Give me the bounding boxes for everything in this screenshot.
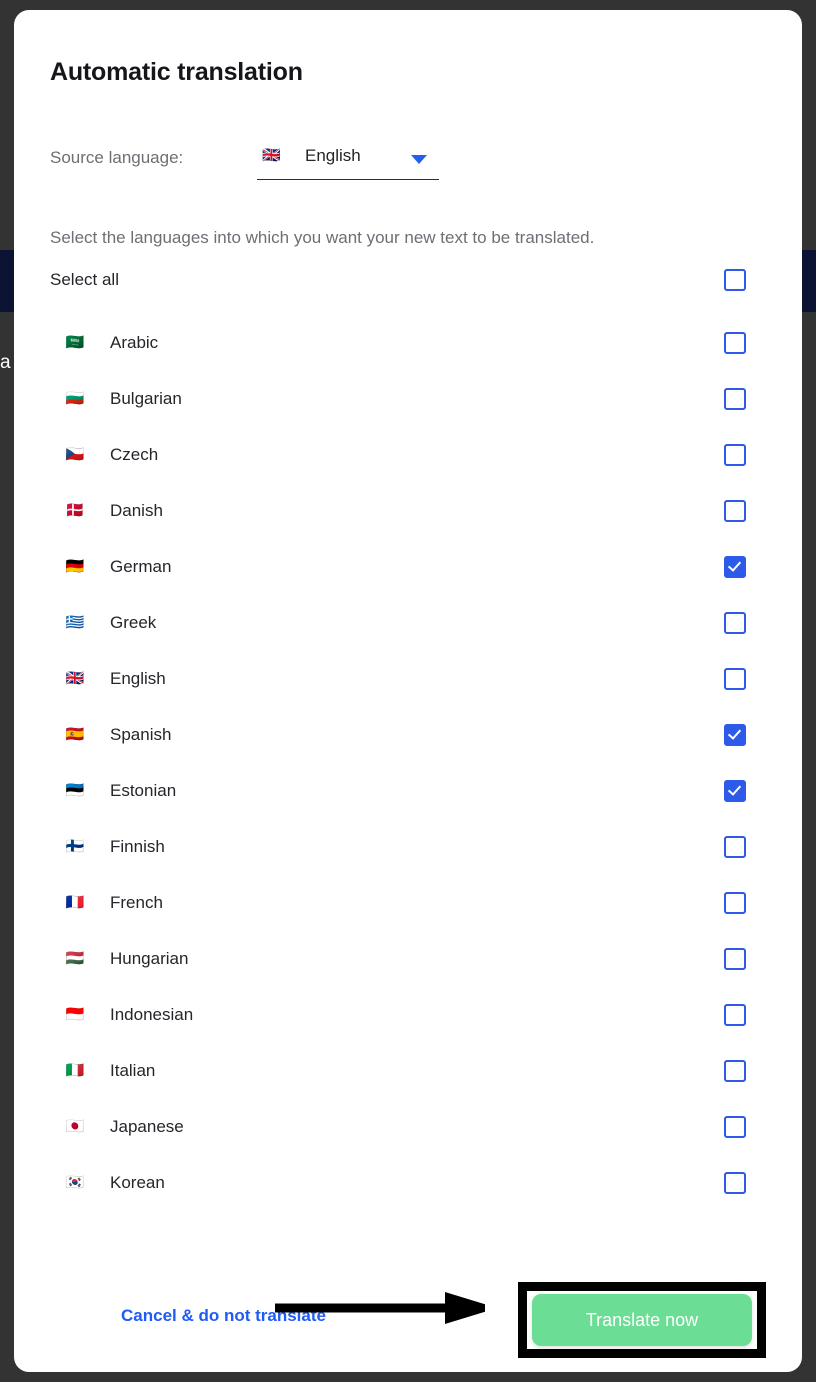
- flag-icon-spanish: 🇪🇸: [65, 726, 85, 743]
- language-checkbox[interactable]: [724, 556, 746, 578]
- page-background-glyph: a: [0, 352, 11, 373]
- flag-icon-italian: 🇮🇹: [65, 1062, 85, 1079]
- language-row[interactable]: 🇧🇬 Bulgarian: [50, 388, 766, 446]
- language-row[interactable]: 🇫🇷 French: [50, 892, 766, 950]
- language-row[interactable]: 🇮🇩 Indonesian: [50, 1004, 766, 1062]
- language-checkbox[interactable]: [724, 500, 746, 522]
- chevron-down-icon[interactable]: [411, 155, 427, 164]
- dialog-footer: Cancel & do not translate Translate now: [50, 1282, 766, 1358]
- translate-now-button[interactable]: Translate now: [532, 1294, 752, 1346]
- language-checkbox[interactable]: [724, 444, 746, 466]
- flag-icon-estonian: 🇪🇪: [65, 782, 85, 799]
- language-row[interactable]: 🇭🇺 Hungarian: [50, 948, 766, 1006]
- flag-icon-french: 🇫🇷: [65, 894, 85, 911]
- translate-button-wrapper: Translate now: [518, 1282, 766, 1358]
- language-row[interactable]: 🇪🇪 Estonian: [50, 780, 766, 838]
- language-checkbox[interactable]: [724, 1116, 746, 1138]
- language-label: Spanish: [110, 725, 172, 744]
- language-checkbox[interactable]: [724, 388, 746, 410]
- language-checkbox[interactable]: [724, 1060, 746, 1082]
- language-checkbox[interactable]: [724, 332, 746, 354]
- language-label: Italian: [110, 1061, 156, 1080]
- flag-icon-danish: 🇩🇰: [65, 502, 85, 519]
- dialog-title: Automatic translation: [50, 58, 303, 86]
- language-checkbox[interactable]: [724, 668, 746, 690]
- language-label: Danish: [110, 501, 163, 520]
- language-row[interactable]: 🇩🇰 Danish: [50, 500, 766, 558]
- source-language-row: Source language: 🇬🇧 English: [50, 146, 766, 180]
- flag-icon-english: 🇬🇧: [65, 670, 85, 687]
- flag-icon-czech: 🇨🇿: [65, 446, 85, 463]
- language-label: Japanese: [110, 1117, 184, 1136]
- language-row[interactable]: 🇯🇵 Japanese: [50, 1116, 766, 1174]
- select-all-checkbox[interactable]: [724, 269, 746, 291]
- select-all-label: Select all: [50, 270, 119, 289]
- language-label: Estonian: [110, 781, 177, 800]
- flag-icon-korean: 🇰🇷: [65, 1174, 85, 1191]
- automatic-translation-dialog: Automatic translation Source language: 🇬…: [14, 10, 802, 1372]
- source-language-label: Source language:: [50, 148, 184, 167]
- language-checkbox[interactable]: [724, 1172, 746, 1194]
- language-row[interactable]: 🇨🇿 Czech: [50, 444, 766, 502]
- language-checkbox[interactable]: [724, 836, 746, 858]
- language-label: Arabic: [110, 333, 159, 352]
- language-row[interactable]: 🇬🇷 Greek: [50, 612, 766, 670]
- language-checkbox[interactable]: [724, 1004, 746, 1026]
- language-row[interactable]: 🇫🇮 Finnish: [50, 836, 766, 894]
- select-all-row[interactable]: Select all: [50, 269, 766, 298]
- language-row[interactable]: 🇰🇷 Korean: [50, 1172, 766, 1230]
- language-checkbox[interactable]: [724, 780, 746, 802]
- language-row[interactable]: 🇬🇧 English: [50, 668, 766, 726]
- flag-icon-german: 🇩🇪: [65, 558, 85, 575]
- language-label: Hungarian: [110, 949, 189, 968]
- language-row[interactable]: 🇪🇸 Spanish: [50, 724, 766, 782]
- flag-icon-arabic: 🇸🇦: [65, 334, 85, 351]
- flag-icon-indonesian: 🇮🇩: [65, 1006, 85, 1023]
- language-label: English: [110, 669, 166, 688]
- language-label: German: [110, 557, 172, 576]
- language-label: Indonesian: [110, 1005, 194, 1024]
- source-language-value: English: [305, 146, 361, 165]
- instruction-text: Select the languages into which you want…: [50, 228, 595, 247]
- flag-icon-bulgarian: 🇧🇬: [65, 390, 85, 407]
- source-language-select[interactable]: 🇬🇧 English: [257, 140, 439, 180]
- language-row[interactable]: 🇸🇦 Arabic: [50, 332, 766, 390]
- flag-icon-hungarian: 🇭🇺: [65, 950, 85, 967]
- language-label: Bulgarian: [110, 389, 182, 408]
- language-label: Finnish: [110, 837, 165, 856]
- language-label: Korean: [110, 1173, 165, 1192]
- language-list: 🇸🇦 Arabic 🇧🇬 Bulgarian 🇨🇿 Czech 🇩🇰 Danish 🇩🇪 Germ…: [50, 332, 766, 1230]
- flag-icon-greek: 🇬🇷: [65, 614, 85, 631]
- language-label: French: [110, 893, 163, 912]
- flag-icon-english: 🇬🇧: [262, 147, 281, 164]
- language-row[interactable]: 🇮🇹 Italian: [50, 1060, 766, 1118]
- language-row[interactable]: 🇩🇪 German: [50, 556, 766, 614]
- language-checkbox[interactable]: [724, 948, 746, 970]
- language-label: Greek: [110, 613, 157, 632]
- language-checkbox[interactable]: [724, 724, 746, 746]
- language-checkbox[interactable]: [724, 892, 746, 914]
- language-label: Czech: [110, 445, 159, 464]
- flag-icon-japanese: 🇯🇵: [65, 1118, 85, 1135]
- language-checkbox[interactable]: [724, 612, 746, 634]
- flag-icon-finnish: 🇫🇮: [65, 838, 85, 855]
- cancel-link[interactable]: Cancel & do not translate: [121, 1306, 326, 1326]
